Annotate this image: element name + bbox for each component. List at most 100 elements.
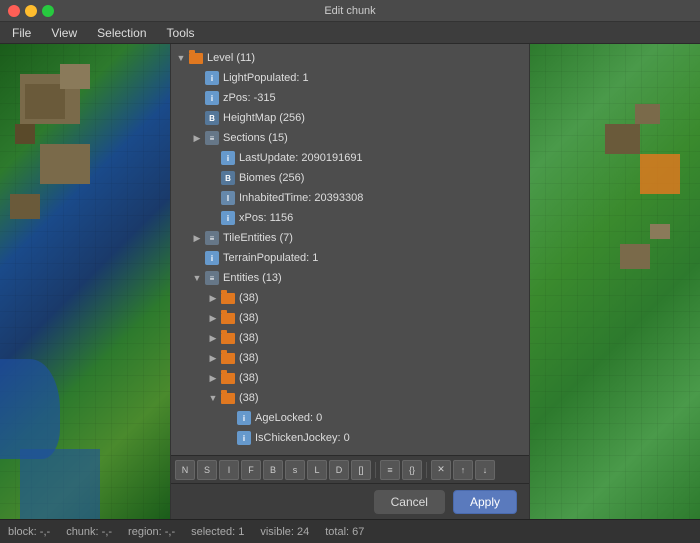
title-bar: Edit chunk (0, 0, 700, 22)
expand-arrow-icon[interactable]: ▶ (191, 232, 203, 244)
toolbar-list-btn[interactable]: ≡ (380, 460, 400, 480)
tree-item[interactable]: ▶ (38) (171, 328, 529, 348)
expand-arrow-icon[interactable]: ▶ (207, 372, 219, 384)
menu-selection[interactable]: Selection (93, 24, 150, 42)
toolbar-float-btn[interactable]: F (241, 460, 261, 480)
tree-item-label: Sections (15) (223, 132, 288, 144)
cancel-button[interactable]: Cancel (374, 490, 445, 514)
int-icon: i (221, 211, 235, 225)
tree-item[interactable]: iAgeLocked: 0 (171, 408, 529, 428)
menu-tools[interactable]: Tools (163, 24, 199, 42)
tree-item[interactable]: iLightPopulated: 1 (171, 68, 529, 88)
tree-item[interactable]: ▶≡ TileEntities (7) (171, 228, 529, 248)
folder-icon (189, 53, 203, 64)
tree-item-label: (38) (239, 292, 259, 304)
tree-item-label: LastUpdate: 2090191691 (239, 152, 363, 164)
toolbar-compound-btn[interactable]: {} (402, 460, 422, 480)
arrow-placeholder-icon (191, 252, 203, 264)
status-total: total: 67 (325, 526, 364, 538)
tree-item-label: TerrainPopulated: 1 (223, 252, 318, 264)
toolbar-up-btn[interactable]: ↑ (453, 460, 473, 480)
arrow-placeholder-icon (191, 72, 203, 84)
status-block: block: -,- (8, 526, 50, 538)
tree-item[interactable]: ▶ (38) (171, 308, 529, 328)
int-icon: i (237, 431, 251, 445)
int-icon: i (221, 151, 235, 165)
tree-item[interactable]: lInhabitedTime: 20393308 (171, 188, 529, 208)
arrow-placeholder-icon (191, 92, 203, 104)
tree-item-label: LightPopulated: 1 (223, 72, 309, 84)
tree-item-label: Level (11) (207, 52, 255, 64)
list-icon: ≡ (205, 231, 219, 245)
tree-item-label: (38) (239, 332, 259, 344)
window-title: Edit chunk (324, 5, 375, 17)
toolbar-byte-btn[interactable]: B (263, 460, 283, 480)
maximize-button[interactable] (42, 5, 54, 17)
close-button[interactable] (8, 5, 20, 17)
int-icon: i (205, 91, 219, 105)
toolbar-int-btn[interactable]: I (219, 460, 239, 480)
tree-item[interactable]: i TerrainPopulated: 1 (171, 248, 529, 268)
minimize-button[interactable] (25, 5, 37, 17)
map-right (530, 44, 700, 519)
tree-item[interactable]: ▶ (38) (171, 348, 529, 368)
tree-item[interactable]: ▶ (38) (171, 368, 529, 388)
expand-arrow-icon[interactable]: ▶ (207, 352, 219, 364)
tree-item-label: (38) (239, 312, 259, 324)
tree-item-label: TileEntities (7) (223, 232, 293, 244)
edit-panel: ▼Level (11) iLightPopulated: 1 izPos: -3… (170, 44, 530, 519)
tree-item[interactable]: ▼(38) (171, 388, 529, 408)
tree-item[interactable]: B Biomes (256) (171, 168, 529, 188)
folder-icon (221, 393, 235, 404)
tree-item-label: HeightMap (256) (223, 112, 305, 124)
map-left (0, 44, 170, 519)
status-visible: visible: 24 (260, 526, 309, 538)
toolbar-dn-btn[interactable]: ↓ (475, 460, 495, 480)
toolbar-double-btn[interactable]: D (329, 460, 349, 480)
expand-arrow-icon[interactable]: ▶ (207, 312, 219, 324)
tree-container[interactable]: ▼Level (11) iLightPopulated: 1 izPos: -3… (171, 44, 529, 455)
traffic-lights (8, 5, 54, 17)
folder-icon (221, 313, 235, 324)
toolbar-str-btn[interactable]: S (197, 460, 217, 480)
expand-arrow-icon[interactable]: ▶ (207, 292, 219, 304)
toolbar-long-btn[interactable]: L (307, 460, 327, 480)
byteArr-icon: B (221, 171, 235, 185)
tree-item[interactable]: i LastUpdate: 2090191691 (171, 148, 529, 168)
menu-view[interactable]: View (47, 24, 81, 42)
tree-item-label: xPos: 1156 (239, 212, 293, 224)
toolbar-del-btn[interactable]: ✕ (431, 460, 451, 480)
int-icon: i (237, 411, 251, 425)
tree-item-label: (38) (239, 372, 259, 384)
tree-item[interactable]: ▼≡Entities (13) (171, 268, 529, 288)
toolbar-arr-btn[interactable]: [] (351, 460, 371, 480)
tree-item[interactable]: ▶≡Sections (15) (171, 128, 529, 148)
arrow-placeholder-icon (207, 212, 219, 224)
toolbar: N S I F B s L D [] ≡ {} ✕ ↑ ↓ (171, 455, 529, 483)
tree-item-label: (38) (239, 352, 259, 364)
tree-item[interactable]: ▶ (38) (171, 288, 529, 308)
expand-arrow-icon[interactable]: ▶ (191, 132, 203, 144)
tree-item-label: Biomes (256) (239, 172, 304, 184)
apply-button[interactable]: Apply (453, 490, 517, 514)
toolbar-short-btn[interactable]: s (285, 460, 305, 480)
tree-item[interactable]: i IsChickenJockey: 0 (171, 428, 529, 448)
tree-item[interactable]: BHeightMap (256) (171, 108, 529, 128)
status-chunk: chunk: -,- (66, 526, 112, 538)
expand-arrow-icon[interactable]: ▼ (191, 272, 203, 284)
menu-file[interactable]: File (8, 24, 35, 42)
status-selected: selected: 1 (191, 526, 244, 538)
tree-item[interactable]: i xPos: 1156 (171, 208, 529, 228)
folder-icon (221, 333, 235, 344)
chunk-highlight (640, 154, 680, 194)
expand-arrow-icon[interactable]: ▼ (175, 52, 187, 64)
toolbar-nbt-btn[interactable]: N (175, 460, 195, 480)
tree-item-label: IsChickenJockey: 0 (255, 432, 350, 444)
tree-item[interactable]: ▼ Level (11) (171, 48, 529, 68)
folder-icon (221, 373, 235, 384)
expand-arrow-icon[interactable]: ▼ (207, 392, 219, 404)
tree-item[interactable]: izPos: -315 (171, 88, 529, 108)
button-bar: Cancel Apply (171, 483, 529, 519)
int-icon: i (205, 251, 219, 265)
expand-arrow-icon[interactable]: ▶ (207, 332, 219, 344)
